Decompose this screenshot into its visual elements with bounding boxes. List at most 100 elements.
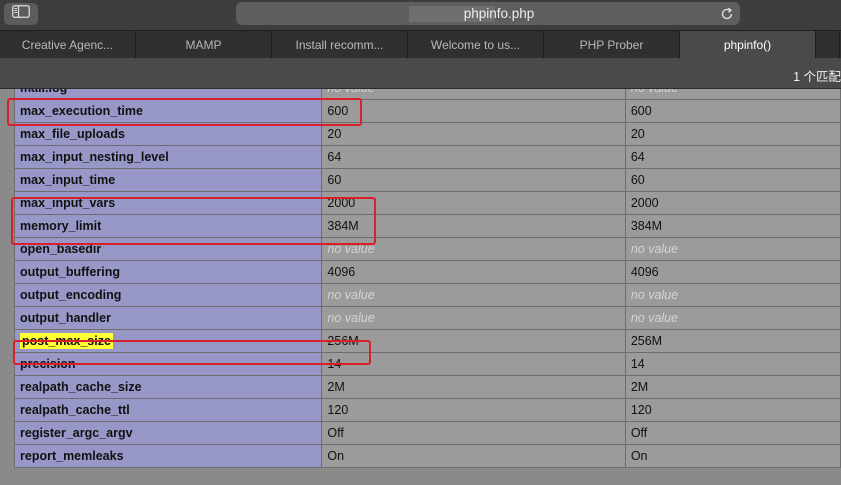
tab-overflow[interactable] [816, 31, 840, 58]
value-text: Off [327, 426, 344, 440]
master-value-cell: no value [624, 89, 841, 100]
local-value-cell: 384M [321, 214, 626, 238]
table-row: max_input_time 60 60 [13, 168, 841, 192]
tab-php-prober[interactable]: PHP Prober [544, 31, 680, 58]
value-text: 120 [327, 403, 349, 417]
master-value-cell: 60 [624, 168, 841, 192]
master-value-cell: 2000 [624, 191, 841, 215]
value-text: 384M [630, 219, 663, 233]
directive-name-cell: output_buffering [13, 260, 323, 284]
master-value-cell: 2M [624, 375, 841, 399]
value-text: 120 [630, 403, 652, 417]
find-match-count: 1 个匹配 [793, 70, 841, 84]
no-value-text: no value [630, 288, 679, 302]
local-value-cell: 600 [321, 99, 626, 123]
table-row: mail.log no value no value [13, 89, 841, 100]
value-text: 4096 [630, 265, 659, 279]
value-text: 2000 [630, 196, 659, 210]
directive-name: max_execution_time [20, 104, 143, 118]
value-text: 4096 [327, 265, 356, 279]
sidebar-icon [12, 5, 30, 23]
tab-creative-agency[interactable]: Creative Agenc... [0, 31, 136, 58]
value-text: 14 [327, 357, 342, 371]
table-row: register_argc_argv Off Off [13, 421, 841, 445]
table-row: post_max_size 256M 256M [13, 329, 841, 353]
local-value-cell: no value [321, 237, 626, 261]
tab-mamp[interactable]: MAMP [136, 31, 272, 58]
directive-name-cell: max_file_uploads [13, 122, 323, 146]
directive-name-cell: report_memleaks [13, 444, 323, 468]
table-row: output_handler no value no value [13, 306, 841, 330]
no-value-text: no value [630, 242, 679, 256]
directive-name-cell: output_encoding [13, 283, 323, 307]
value-text: 2000 [327, 196, 356, 210]
master-value-cell: Off [624, 421, 841, 445]
table-row: realpath_cache_size 2M 2M [13, 375, 841, 399]
directive-name: report_memleaks [20, 449, 124, 463]
local-value-cell: 256M [321, 329, 626, 353]
directive-name: memory_limit [20, 219, 102, 233]
local-value-cell: 120 [321, 398, 626, 422]
directive-name: output_buffering [20, 265, 120, 279]
value-text: 600 [630, 104, 652, 118]
master-value-cell: no value [624, 306, 841, 330]
table-row: open_basedir no value no value [13, 237, 841, 261]
tab-label: PHP Prober [579, 37, 644, 52]
value-text: 64 [327, 150, 342, 164]
directive-name-cell: max_input_vars [13, 191, 323, 215]
address-bar[interactable]: phpinfo.php [236, 2, 740, 25]
page-content[interactable]: mail.log no value no value max_execution_ti… [0, 89, 841, 485]
directive-name-cell: max_input_time [13, 168, 323, 192]
master-value-cell: no value [624, 283, 841, 307]
directive-name-cell: register_argc_argv [13, 421, 323, 445]
reload-icon[interactable] [719, 6, 735, 22]
directive-name-cell: realpath_cache_ttl [13, 398, 323, 422]
local-value-cell: 64 [321, 145, 626, 169]
no-value-text: no value [327, 311, 375, 325]
value-text: 60 [630, 173, 645, 187]
tab-install-recommended[interactable]: Install recomm... [272, 31, 408, 58]
no-value-text: no value [630, 311, 679, 325]
value-text: On [327, 449, 345, 463]
local-value-cell: no value [321, 306, 626, 330]
tab-phpinfo[interactable]: phpinfo() [680, 31, 816, 58]
table-row: max_execution_time 600 600 [13, 99, 841, 123]
table-row: report_memleaks On On [13, 444, 841, 468]
directive-name: mail.log [20, 89, 67, 95]
tab-label: phpinfo() [723, 37, 772, 52]
table-row: max_file_uploads 20 20 [13, 122, 841, 146]
directive-name: output_encoding [20, 288, 122, 302]
directive-name: precision [20, 357, 76, 371]
table-row: max_input_nesting_level 64 64 [13, 145, 841, 169]
value-text: 60 [327, 173, 342, 187]
local-value-cell: 20 [321, 122, 626, 146]
master-value-cell: 120 [624, 398, 841, 422]
local-value-cell: 14 [321, 352, 626, 376]
directive-name-cell: precision [13, 352, 323, 376]
tab-welcome[interactable]: Welcome to us... [408, 31, 544, 58]
tab-label: Creative Agenc... [21, 37, 114, 52]
master-value-cell: 256M [624, 329, 841, 353]
no-value-text: no value [327, 288, 375, 302]
master-value-cell: On [624, 444, 841, 468]
value-text: On [630, 449, 648, 463]
table-row: memory_limit 384M 384M [13, 214, 841, 238]
sidebar-toggle-button[interactable] [4, 3, 38, 25]
no-value-text: no value [327, 242, 375, 256]
local-value-cell: On [321, 444, 626, 468]
master-value-cell: 64 [624, 145, 841, 169]
table-row: max_input_vars 2000 2000 [13, 191, 841, 215]
directive-name-cell: open_basedir [13, 237, 323, 261]
directive-name-cell: max_input_nesting_level [13, 145, 323, 169]
browser-toolbar: phpinfo.php [0, 0, 841, 30]
directive-name-cell: max_execution_time [13, 99, 323, 123]
directive-name: register_argc_argv [20, 426, 133, 440]
table-row: realpath_cache_ttl 120 120 [13, 398, 841, 422]
master-value-cell: no value [624, 237, 841, 261]
value-text: 600 [327, 104, 349, 118]
table-row: precision 14 14 [13, 352, 841, 376]
directive-name: max_input_nesting_level [20, 150, 169, 164]
directive-name: realpath_cache_ttl [20, 403, 130, 417]
value-text: 2M [630, 380, 649, 394]
tab-bar: Creative Agenc... MAMP Install recomm...… [0, 30, 841, 58]
